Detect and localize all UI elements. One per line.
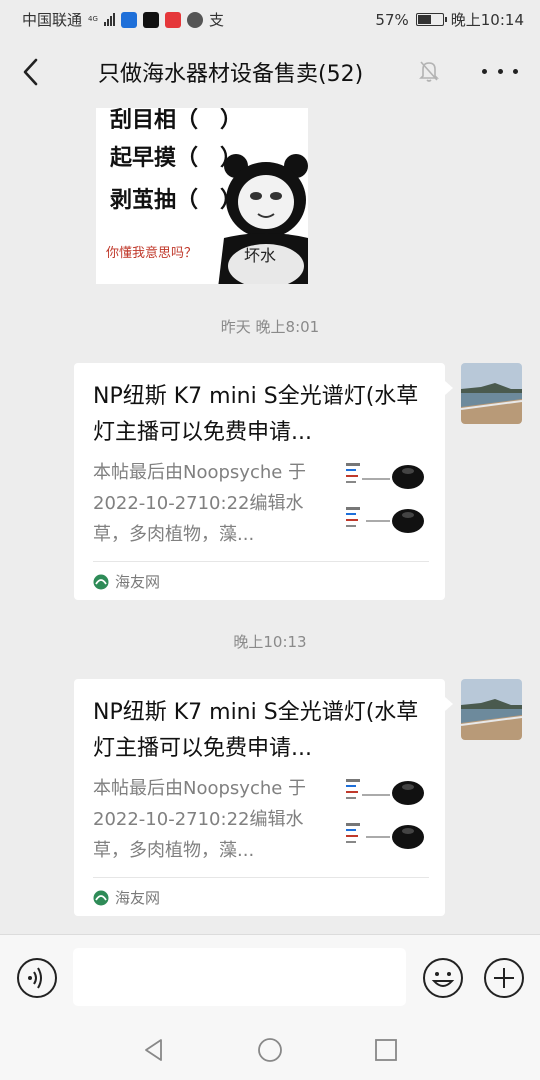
avatar[interactable] bbox=[461, 363, 522, 424]
browser-icon bbox=[187, 11, 204, 28]
system-nav-bar bbox=[0, 1018, 540, 1080]
emoji-button[interactable] bbox=[422, 957, 464, 999]
card-source: 海友网 bbox=[93, 571, 160, 592]
emoji-icon bbox=[423, 958, 463, 998]
link-card-message[interactable]: NP纽斯 K7 mini S全光谱灯(水草灯主播可以免费申请... 本帖最后由N… bbox=[74, 679, 453, 916]
meme-image-message[interactable]: 刮目相（ ） 起早摸（ ） 剥茧抽（ ） 你懂我意思吗？ 坏水 bbox=[96, 108, 308, 284]
avatar[interactable] bbox=[461, 679, 522, 740]
site-logo-icon bbox=[93, 890, 109, 905]
meme-line: 刮目相（ ） bbox=[110, 108, 243, 133]
beach-avatar-image bbox=[461, 363, 522, 424]
message-input[interactable] bbox=[73, 948, 406, 1006]
chat-header: 只做海水器材设备售卖(52) bbox=[0, 36, 540, 108]
card-source-name: 海友网 bbox=[115, 889, 161, 907]
message-app-icon bbox=[121, 11, 138, 28]
card-divider bbox=[93, 561, 429, 562]
meme-caption: 你懂我意思吗？ bbox=[106, 246, 198, 261]
bell-off-icon bbox=[416, 58, 442, 84]
status-time: 晚上10:14 bbox=[450, 11, 524, 29]
card-description: 本帖最后由Noopsyche 于2022-10-2710:22编辑水草，多肉植物… bbox=[93, 778, 307, 861]
battery-percent: 57% bbox=[375, 10, 409, 29]
card-description: 本帖最后由Noopsyche 于2022-10-2710:22编辑水草，多肉植物… bbox=[93, 462, 307, 545]
card-divider bbox=[93, 877, 429, 878]
chat-title: 只做海水器材设备售卖(52) bbox=[98, 62, 364, 87]
card-source: 海友网 bbox=[93, 887, 160, 908]
card-title: NP纽斯 K7 mini S全光谱灯(水草灯主播可以免费申请... bbox=[93, 384, 419, 445]
alipay-icon: 支 bbox=[209, 11, 225, 29]
beach-avatar-image bbox=[461, 679, 522, 740]
card-title: NP纽斯 K7 mini S全光谱灯(水草灯主播可以免费申请... bbox=[93, 700, 419, 761]
card-thumbnail bbox=[344, 775, 426, 857]
panda-text: 坏水 bbox=[244, 246, 277, 265]
link-card-message[interactable]: NP纽斯 K7 mini S全光谱灯(水草灯主播可以免费申请... 本帖最后由N… bbox=[74, 363, 453, 600]
signal-strength-icon bbox=[104, 13, 116, 26]
carrier-name: 中国联通 bbox=[22, 11, 83, 29]
more-dots-icon bbox=[482, 68, 487, 74]
more-options-button[interactable] bbox=[482, 58, 518, 84]
plus-icon bbox=[484, 958, 524, 998]
more-functions-button[interactable] bbox=[483, 957, 525, 999]
battery-icon bbox=[415, 13, 447, 26]
network-type: 4G bbox=[88, 15, 98, 23]
nav-recent-apps-button[interactable] bbox=[373, 1037, 399, 1063]
card-thumbnail bbox=[344, 459, 426, 541]
square-recents-icon bbox=[375, 1039, 397, 1061]
back-button[interactable] bbox=[14, 54, 50, 90]
circle-home-icon bbox=[258, 1038, 282, 1062]
chat-input-bar bbox=[0, 934, 540, 1018]
site-logo-icon bbox=[93, 574, 109, 589]
huawei-icon bbox=[165, 11, 182, 28]
message-timestamp: 晚上10:13 bbox=[233, 633, 307, 651]
voice-icon bbox=[17, 958, 57, 998]
voice-input-button[interactable] bbox=[16, 957, 58, 999]
card-source-name: 海友网 bbox=[115, 573, 161, 591]
chevron-left-icon bbox=[23, 58, 38, 86]
tiktok-icon bbox=[143, 11, 160, 28]
status-bar: 中国联通 4G 支 57% 晚上10:14 bbox=[0, 0, 540, 36]
triangle-back-icon bbox=[145, 1039, 162, 1061]
message-timestamp: 昨天 晚上8:01 bbox=[220, 318, 320, 336]
nav-back-button[interactable] bbox=[141, 1037, 167, 1063]
nav-home-button[interactable] bbox=[257, 1037, 283, 1063]
